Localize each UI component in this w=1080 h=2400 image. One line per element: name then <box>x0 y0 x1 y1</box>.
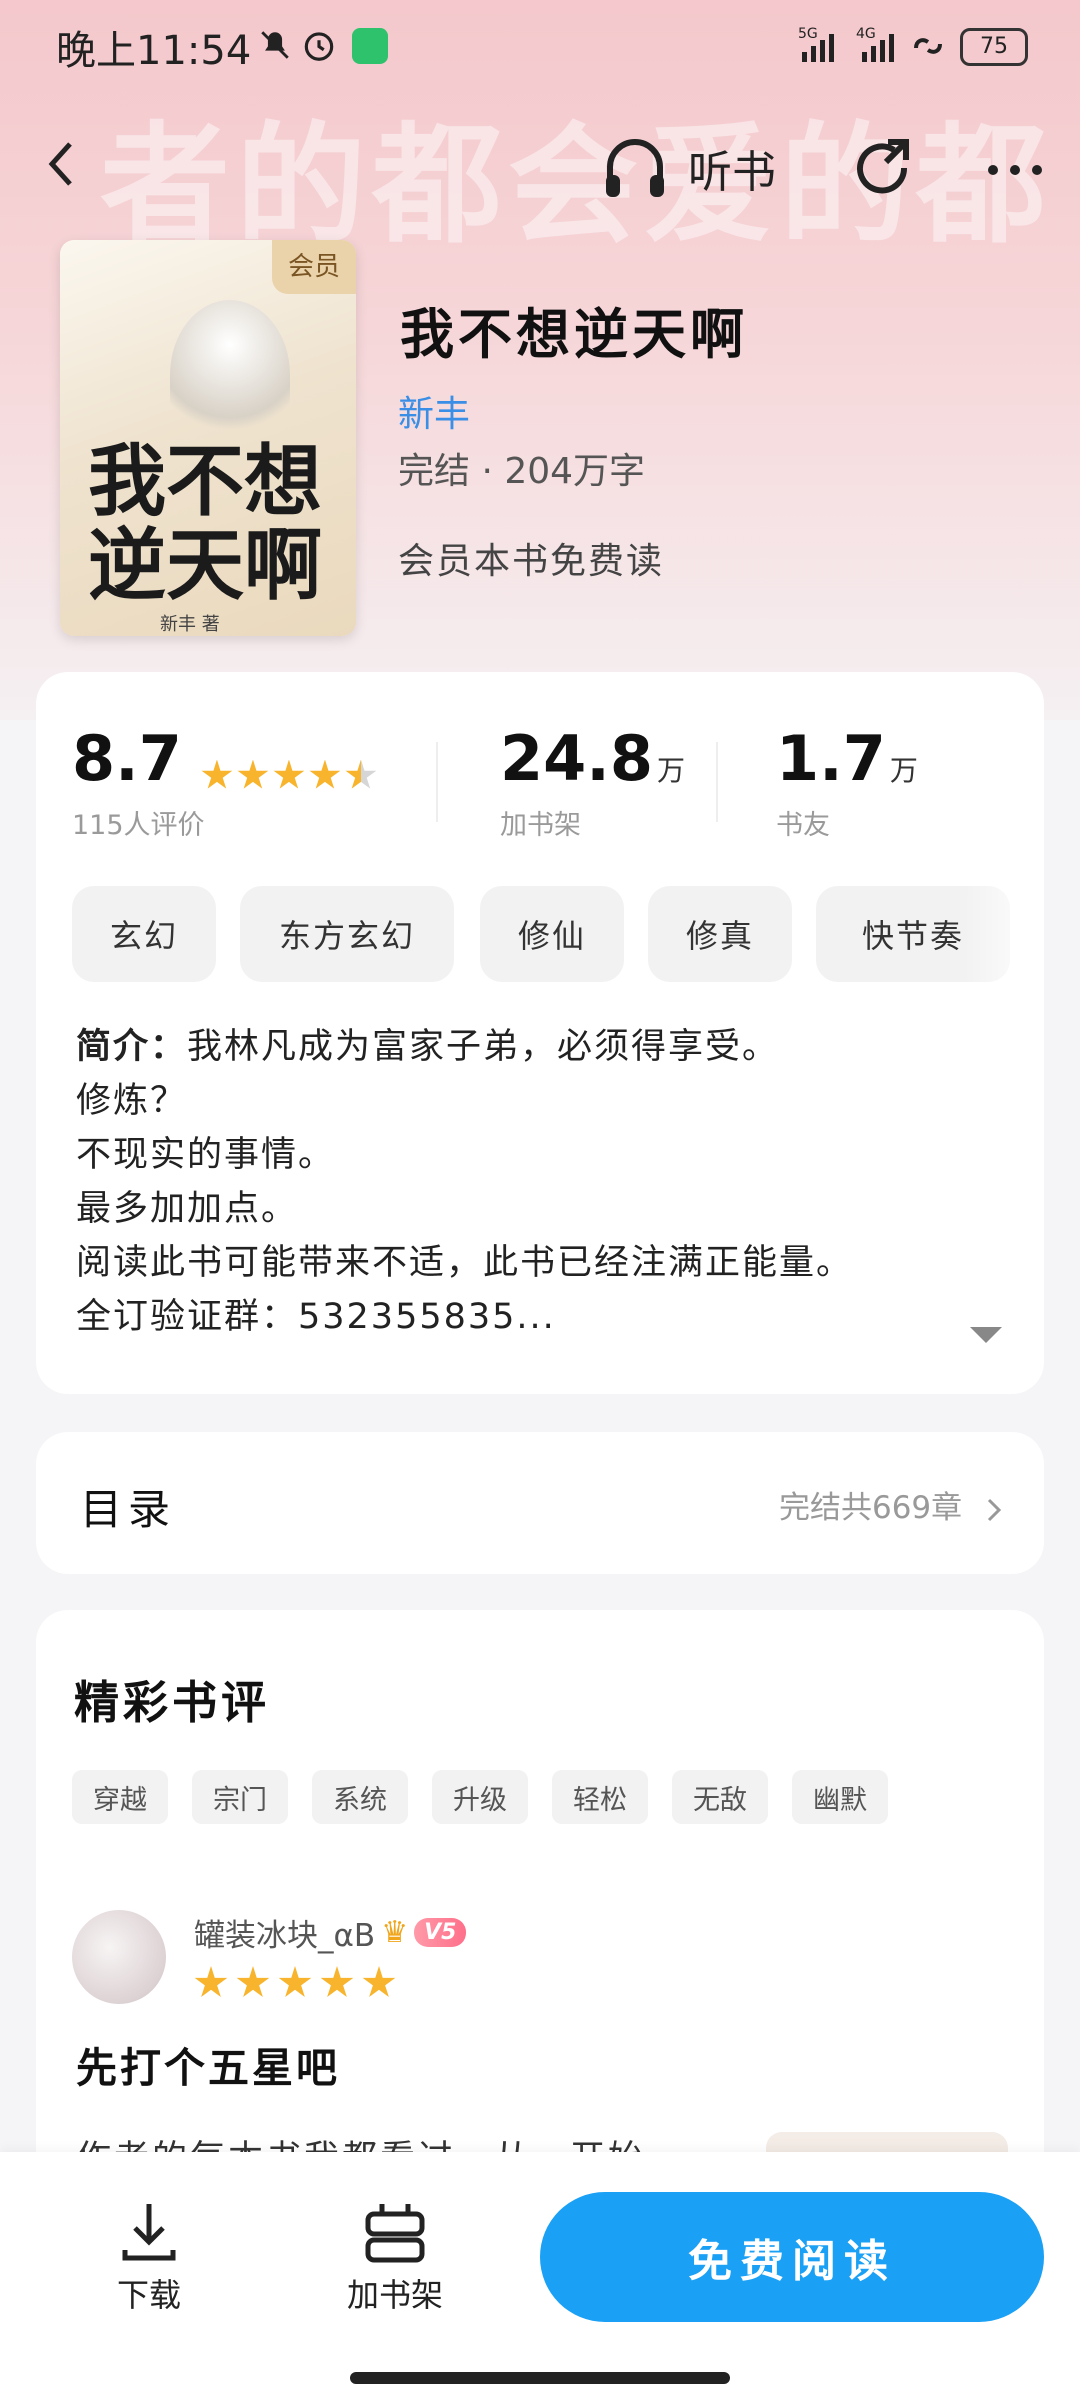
book-intro[interactable]: 简介：我林凡成为富家子弟，必须得享受。 修炼？ 不现实的事情。 最多加加点。 阅… <box>76 1020 976 1344</box>
vip-level-badge: V5 <box>414 1918 467 1947</box>
book-cover[interactable]: 我不想逆天啊 新丰 著 会员 <box>60 240 356 636</box>
chapter-count: 完结共669章 <box>778 1490 963 1526</box>
bottom-action-bar: 下载 加书架 免费阅读 <box>0 2152 1080 2400</box>
shelf-label: 加书架 <box>500 810 581 841</box>
star-icon <box>320 1966 354 1997</box>
book-author-link[interactable]: 新丰 <box>398 385 470 437</box>
link-icon <box>914 38 942 54</box>
review-tag[interactable]: 幽默 <box>792 1770 888 1824</box>
intro-line: 不现实的事情。 <box>76 1135 336 1175</box>
star-icon <box>201 759 233 789</box>
share-button[interactable] <box>848 132 918 202</box>
cover-title: 我不想逆天啊 <box>88 436 323 611</box>
divider <box>436 742 438 822</box>
review-tag[interactable]: 轻松 <box>552 1770 648 1824</box>
download-label: 下载 <box>116 2276 181 2314</box>
download-icon <box>122 2204 176 2261</box>
genre-tag[interactable]: 修仙 <box>480 886 624 982</box>
bookshelf-icon <box>365 2204 425 2263</box>
reviewer-name-row[interactable]: 罐装冰块_αB ♛ V5 <box>194 1910 467 1955</box>
home-indicator[interactable] <box>350 2372 730 2384</box>
rating-count: 115人评价 <box>72 810 205 841</box>
status-bar: 晚上11:54 5G 4G 75 <box>0 0 1080 90</box>
shelf-count: 24.8 <box>500 722 653 795</box>
intro-line: 全订验证群：532355835... <box>76 1297 556 1337</box>
review-headline[interactable]: 先打个五星吧 <box>76 2034 340 2094</box>
review-tag[interactable]: 无敌 <box>672 1770 768 1824</box>
fans-stat[interactable]: 1.7 万 书友 <box>776 722 918 842</box>
star-icon <box>309 759 341 789</box>
intro-line: 阅读此书可能带来不适，此书已经注满正能量。 <box>76 1243 854 1283</box>
rating-stars <box>201 759 377 792</box>
rating-value: 8.7 <box>72 722 182 795</box>
share-icon <box>857 139 909 194</box>
cover-author: 新丰 著 <box>160 614 220 635</box>
star-icon <box>362 1966 396 1997</box>
review-stars <box>194 1966 396 2000</box>
signal-icon-2 <box>862 34 894 62</box>
mute-bell-icon <box>261 31 289 59</box>
add-to-shelf-button[interactable]: 加书架 <box>320 2200 470 2316</box>
star-icon <box>236 1966 270 1997</box>
review-tag[interactable]: 穿越 <box>72 1770 168 1824</box>
free-read-button[interactable]: 免费阅读 <box>540 2192 1044 2322</box>
intro-line: 我林凡成为富家子弟，必须得享受。 <box>187 1027 780 1067</box>
reviewer-name: 罐装冰块_αB <box>194 1918 376 1954</box>
rating-stat[interactable]: 8.7 115人评价 <box>72 722 377 842</box>
shelf-unit: 万 <box>656 754 685 787</box>
fans-label: 书友 <box>776 810 830 841</box>
crown-icon: ♛ <box>381 1915 409 1950</box>
star-icon <box>237 759 269 789</box>
genre-tag[interactable]: 东方玄幻 <box>240 886 454 982</box>
fans-unit: 万 <box>889 754 918 787</box>
genre-tag[interactable]: 修真 <box>648 886 792 982</box>
add-to-shelf-label: 加书架 <box>346 2276 443 2314</box>
cover-illustration <box>170 300 290 450</box>
headphones-icon <box>606 139 664 197</box>
book-meta: 完结 · 204万字 <box>398 451 646 492</box>
book-info-card: 8.7 115人评价 24.8 万 加书架 1.7 万 书友 玄幻 东方玄幻 修仙 … <box>36 672 1044 1394</box>
listen-label: 听书 <box>688 147 776 198</box>
toc-summary: 完结共669章 <box>779 1482 1004 1527</box>
table-of-contents-row[interactable]: 目录 完结共669章 <box>36 1432 1044 1574</box>
chevron-left-icon <box>48 142 72 186</box>
review-tag[interactable]: 宗门 <box>192 1770 288 1824</box>
half-star-icon <box>345 759 377 789</box>
reviews-title: 精彩书评 <box>74 1676 271 1729</box>
signal-icon <box>802 34 834 62</box>
toc-title: 目录 <box>80 1485 177 1534</box>
review-tag[interactable]: 系统 <box>312 1770 408 1824</box>
more-options-button[interactable] <box>985 140 1045 180</box>
star-icon <box>273 759 305 789</box>
shelf-stat: 24.8 万 加书架 <box>500 722 685 842</box>
more-dots-icon <box>988 165 1042 175</box>
app-notification-icon <box>352 28 388 64</box>
download-button[interactable]: 下载 <box>74 2200 224 2316</box>
divider <box>716 742 718 822</box>
vip-badge: 会员 <box>272 240 356 294</box>
tag-scroll-fade <box>964 872 1044 992</box>
intro-label: 简介： <box>76 1027 188 1067</box>
chevron-right-icon <box>987 1498 1002 1521</box>
fans-count: 1.7 <box>776 722 886 795</box>
intro-line: 修炼？ <box>76 1081 188 1121</box>
status-time: 晚上11:54 <box>56 28 252 74</box>
star-icon <box>278 1966 312 1997</box>
book-title: 我不想逆天啊 <box>400 302 748 366</box>
alarm-icon <box>304 32 334 61</box>
back-button[interactable] <box>40 130 100 210</box>
vip-free-note: 会员本书免费读 <box>398 541 665 582</box>
listen-button[interactable]: 听书 <box>600 128 776 208</box>
battery-indicator: 75 <box>960 28 1028 66</box>
expand-intro-icon[interactable] <box>970 1327 1002 1343</box>
review-tag[interactable]: 升级 <box>432 1770 528 1824</box>
star-icon <box>194 1966 228 1997</box>
intro-line: 最多加加点。 <box>76 1189 299 1229</box>
avatar[interactable] <box>72 1910 166 2004</box>
genre-tag[interactable]: 玄幻 <box>72 886 216 982</box>
